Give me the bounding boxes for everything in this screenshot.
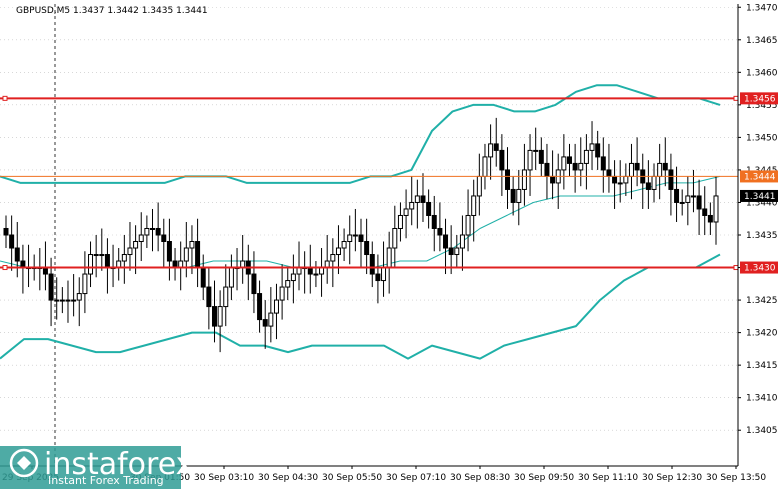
time-tick-label: 30 Sep 11:10: [578, 473, 638, 483]
price-tag-label: 1.3456: [744, 94, 776, 104]
chart: 1.34701.34651.34601.34551.34501.34451.34…: [0, 0, 781, 489]
price-tick-label: 1.3410: [746, 394, 778, 404]
line-handle[interactable]: [2, 265, 8, 271]
price-tick-label: 1.3470: [746, 3, 778, 13]
line-handle[interactable]: [733, 95, 739, 101]
price-tag-label: 1.3444: [744, 172, 776, 182]
time-tick-label: 30 Sep 13:50: [706, 473, 766, 483]
price-tick-label: 1.3420: [746, 329, 778, 339]
price-tick-label: 1.3425: [746, 296, 778, 306]
price-tag-label: 1.3441: [744, 192, 776, 202]
line-handle[interactable]: [2, 95, 8, 101]
line-handle[interactable]: [733, 265, 739, 271]
watermark-tagline: Instant Forex Trading: [48, 474, 164, 487]
price-tick-label: 1.3435: [746, 231, 778, 241]
instaforex-watermark: instaforex Instant Forex Trading: [0, 446, 193, 489]
price-tick-label: 1.3405: [746, 426, 778, 436]
price-tag-label: 1.3430: [744, 264, 776, 274]
price-tick-label: 1.3450: [746, 133, 778, 143]
price-tick-label: 1.3465: [746, 36, 778, 46]
chart-title: GBPUSD,M5 1.3437 1.3442 1.3435 1.3441: [16, 6, 208, 16]
time-tick-label: 30 Sep 12:30: [642, 473, 702, 483]
price-tick-label: 1.3415: [746, 361, 778, 371]
time-tick-label: 30 Sep 05:50: [322, 473, 382, 483]
time-tick-label: 30 Sep 03:10: [194, 473, 254, 483]
time-tick-label: 30 Sep 07:10: [386, 473, 446, 483]
time-tick-label: 30 Sep 08:30: [450, 473, 510, 483]
time-tick-label: 30 Sep 04:30: [258, 473, 318, 483]
price-tick-label: 1.3460: [746, 68, 778, 78]
time-tick-label: 30 Sep 09:50: [514, 473, 574, 483]
